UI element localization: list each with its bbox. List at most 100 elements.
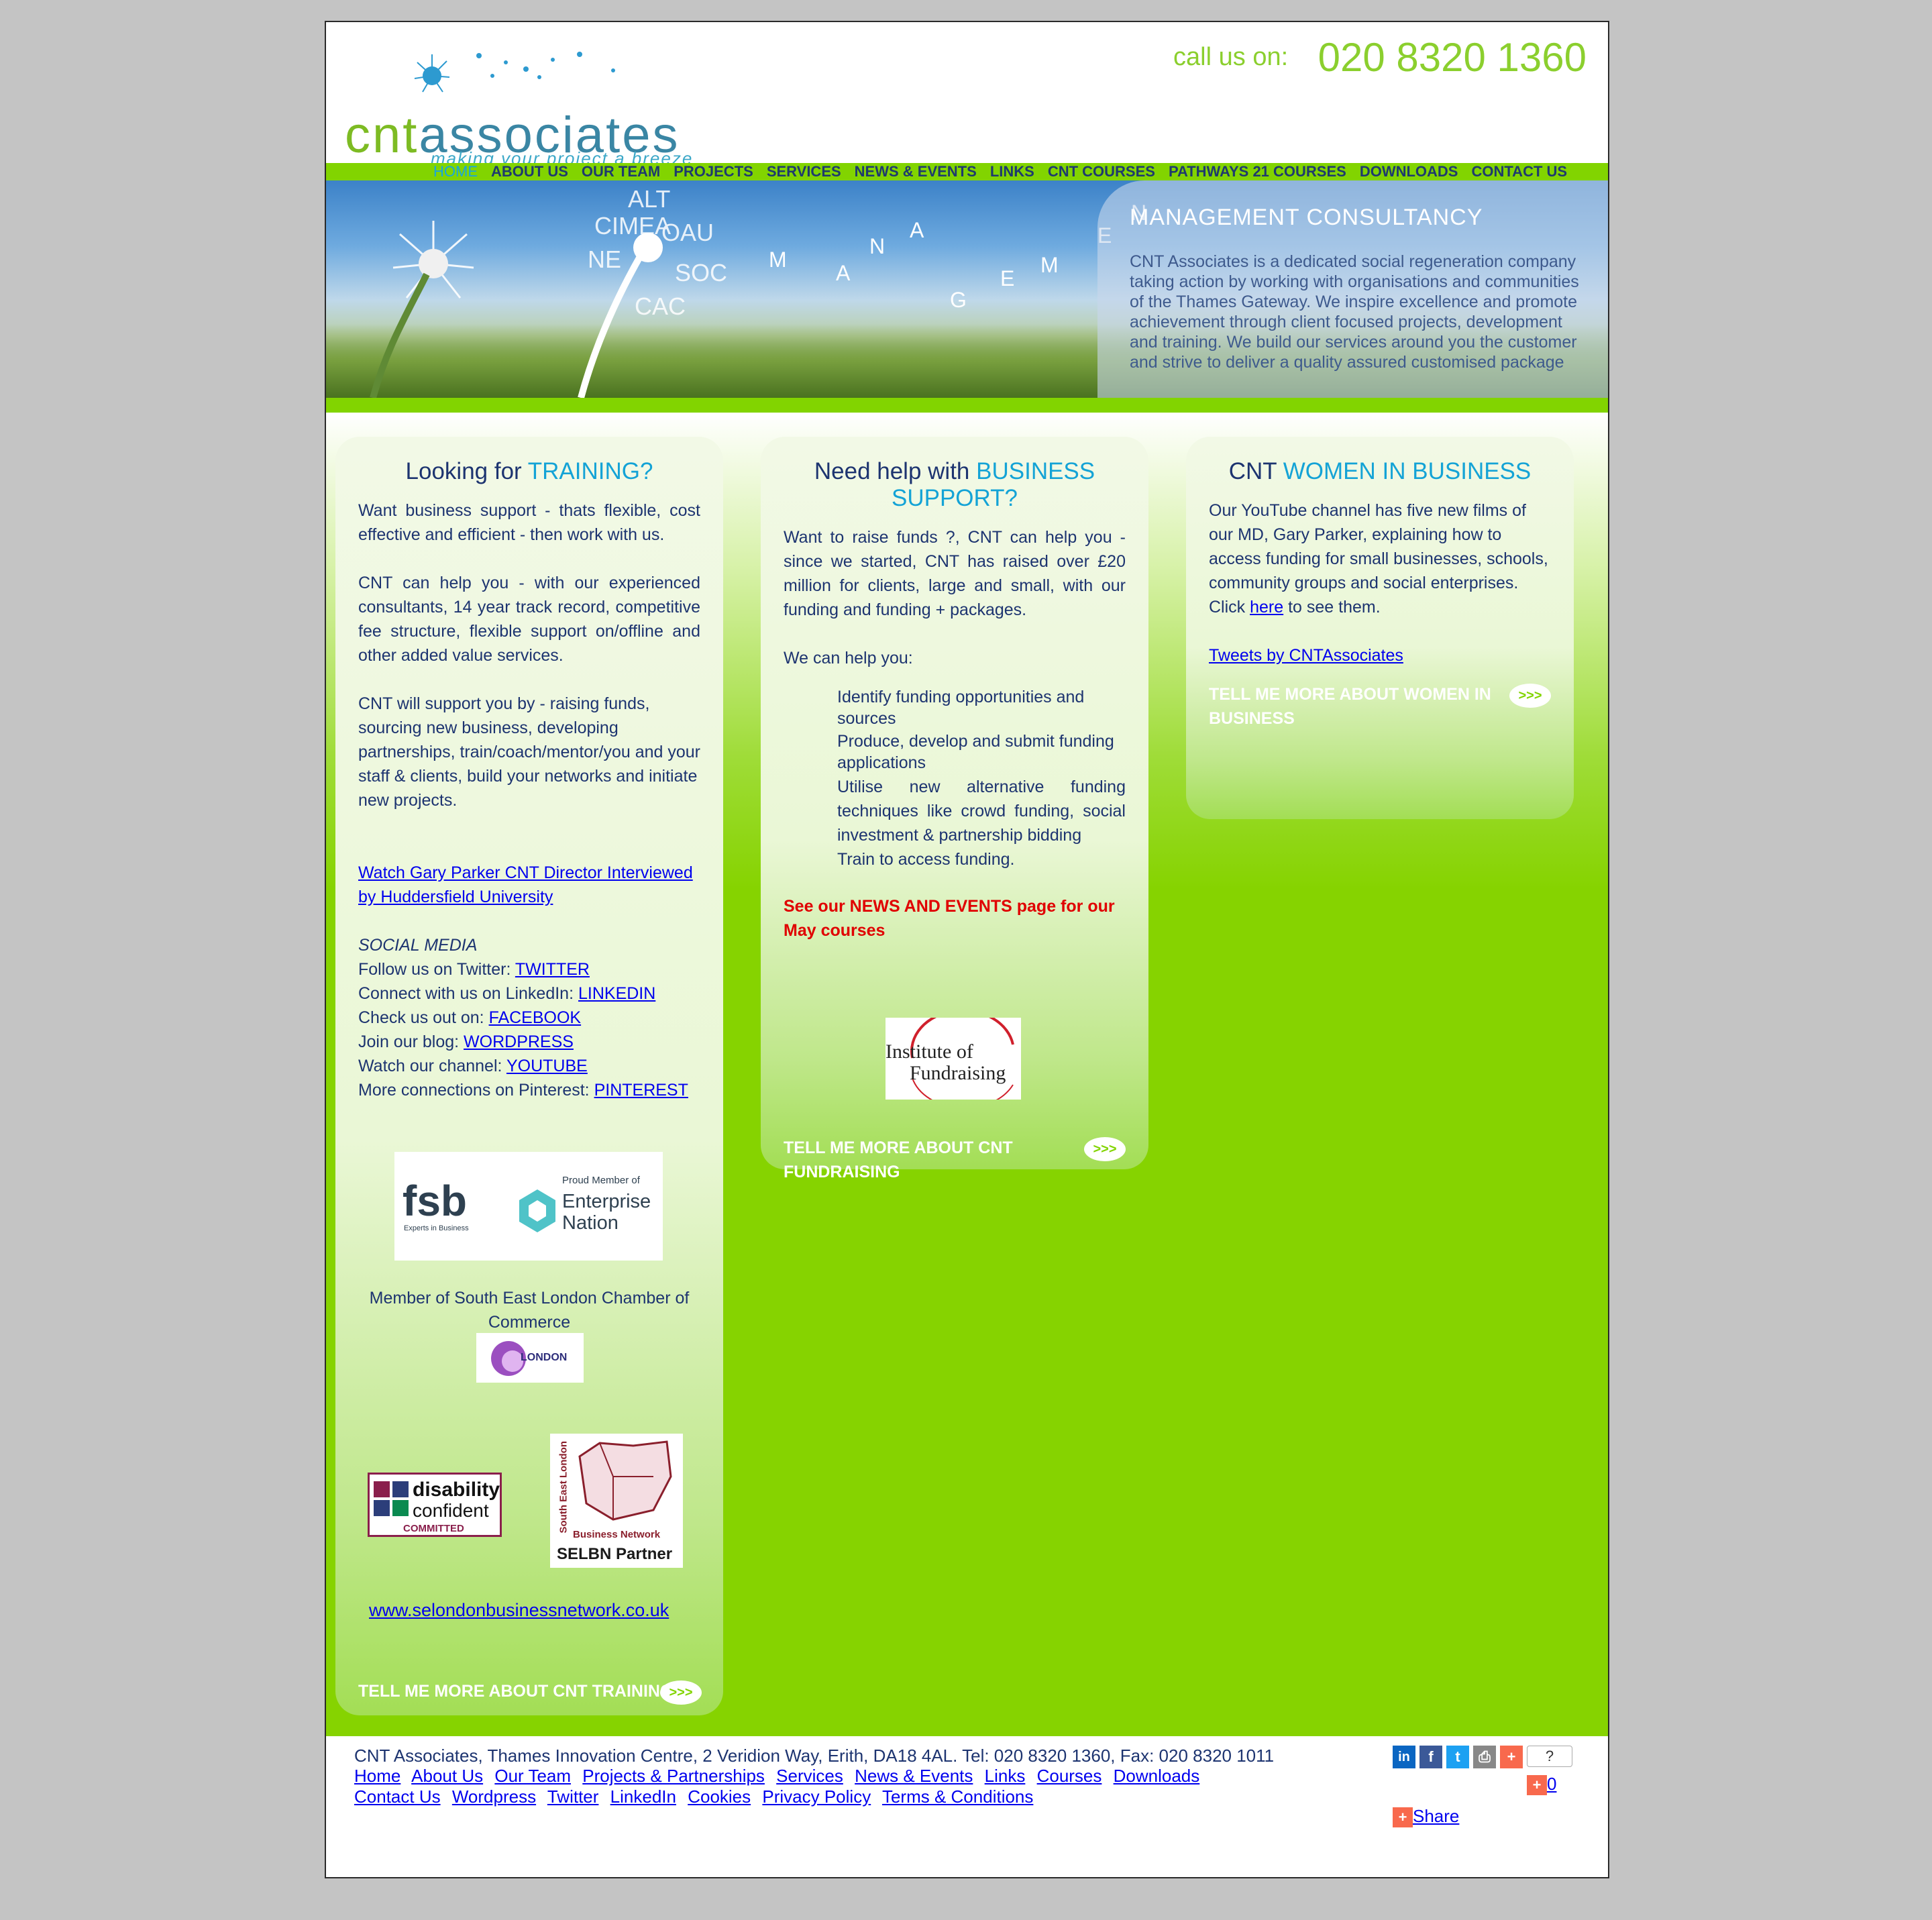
- footer-link-contact-us[interactable]: Contact Us: [354, 1786, 441, 1807]
- tell-more-training-link[interactable]: TELL ME MORE ABOUT CNT TRAINING: [358, 1679, 667, 1703]
- share-toolbar: in f t ⎙ + ?: [1393, 1746, 1572, 1768]
- nav-home[interactable]: HOME: [433, 163, 478, 180]
- footer-link-about-us[interactable]: About Us: [411, 1766, 483, 1786]
- svg-text:CAC: CAC: [635, 292, 686, 320]
- addthis-icon[interactable]: +: [1500, 1746, 1523, 1768]
- tell-more-women-link[interactable]: TELL ME MORE ABOUT WOMEN IN BUSINESS: [1209, 682, 1504, 731]
- footer-link-terms[interactable]: Terms & Conditions: [882, 1786, 1033, 1807]
- nav-pathways-21-courses[interactable]: PATHWAYS 21 COURSES: [1169, 163, 1346, 180]
- site-logo[interactable]: cntassociates making your project a bree…: [345, 36, 720, 176]
- chamber-logo-text: LONDON: [521, 1352, 568, 1363]
- nav-services[interactable]: SERVICES: [767, 163, 841, 180]
- banner-heading: MANAGEMENT CONSULTANCY: [1130, 205, 1483, 230]
- fsb-subtitle: Experts in Business: [404, 1224, 469, 1232]
- news-events-link[interactable]: NEWS AND EVENTS: [850, 897, 1012, 916]
- women-arrow-button[interactable]: >>>: [1509, 684, 1551, 708]
- footer: CNT Associates, Thames Innovation Centre…: [326, 1736, 1608, 1877]
- footer-address: CNT Associates, Thames Innovation Centre…: [354, 1746, 1275, 1766]
- selbn-side-text: South East London: [557, 1441, 570, 1534]
- footer-link-news-events[interactable]: News & Events: [855, 1766, 973, 1786]
- enterprise-nation-icon: [519, 1189, 555, 1232]
- business-support-title: Need help with BUSINESS SUPPORT?: [814, 458, 1095, 511]
- disability-confident-logo[interactable]: disability confident COMMITTED: [368, 1473, 502, 1537]
- page: cntassociates making your project a bree…: [325, 21, 1609, 1878]
- svg-text:SOC: SOC: [675, 259, 727, 286]
- nav-downloads[interactable]: DOWNLOADS: [1360, 163, 1458, 180]
- nav-links[interactable]: LINKS: [990, 163, 1034, 180]
- business-help-lead: We can help you:: [784, 649, 913, 668]
- twitter-link[interactable]: TWITTER: [515, 960, 590, 979]
- enterprise-nation-top: Proud Member of: [562, 1175, 640, 1186]
- training-arrow-button[interactable]: >>>: [660, 1681, 702, 1705]
- tell-more-fundraising-link[interactable]: TELL ME MORE ABOUT CNT FUNDRAISING: [784, 1136, 1038, 1184]
- share-plus-icon: +: [1393, 1807, 1413, 1827]
- nav-about-us[interactable]: ABOUT US: [491, 163, 568, 180]
- footer-link-courses[interactable]: Courses: [1037, 1766, 1102, 1786]
- list-item: Train to access funding.: [837, 850, 1015, 869]
- training-intro: Want business support - thats flexible, …: [358, 501, 700, 544]
- nav-news-events[interactable]: NEWS & EVENTS: [855, 163, 977, 180]
- wordpress-link[interactable]: WORDPRESS: [464, 1032, 574, 1051]
- dandelion-image-icon: ALTCIMEAOAU NE SOC CAC: [370, 185, 727, 398]
- call-label: call us on:: [1173, 43, 1289, 71]
- huddersfield-video-link[interactable]: Watch Gary Parker CNT Director Interview…: [358, 863, 693, 906]
- tweets-link[interactable]: Tweets by CNTAssociates: [1209, 646, 1403, 665]
- social-pinterest: More connections on Pinterest: PINTEREST: [358, 1081, 688, 1100]
- youtube-link[interactable]: YOUTUBE: [506, 1057, 588, 1075]
- banner-description: CNT Associates is a dedicated social reg…: [1130, 252, 1579, 372]
- business-support-panel: Need help with BUSINESS SUPPORT? Want to…: [761, 437, 1148, 1181]
- selbn-partner-logo[interactable]: South East London Business Network SELBN…: [550, 1434, 683, 1568]
- footer-links: Home About Us Our Team Projects & Partne…: [354, 1766, 1253, 1807]
- banner-letter: G: [950, 288, 967, 312]
- fsb-enterprise-logos[interactable]: fsb Experts in Business Proud Member of …: [394, 1152, 663, 1261]
- svg-text:ALT: ALT: [628, 185, 670, 213]
- selbn-website-link[interactable]: www.selondonbusinessnetwork.co.uk: [369, 1600, 669, 1621]
- share-count[interactable]: 0: [1547, 1774, 1556, 1794]
- footer-link-projects[interactable]: Projects & Partnerships: [582, 1766, 765, 1786]
- nav-cnt-courses[interactable]: CNT COURSES: [1048, 163, 1155, 180]
- youtube-films-link[interactable]: here: [1250, 598, 1283, 617]
- business-intro: Want to raise funds ?, CNT can help you …: [784, 528, 1126, 619]
- disability-line2: confident: [413, 1500, 489, 1521]
- selbn-map-icon: [578, 1440, 672, 1521]
- dandelion-logo-icon: [414, 52, 615, 93]
- footer-link-our-team[interactable]: Our Team: [494, 1766, 571, 1786]
- svg-text:OAU: OAU: [661, 219, 714, 246]
- footer-link-wordpress[interactable]: Wordpress: [452, 1786, 536, 1807]
- disability-line1: disability: [413, 1479, 500, 1501]
- footer-link-services[interactable]: Services: [776, 1766, 843, 1786]
- nav-contact-us[interactable]: CONTACT US: [1471, 163, 1567, 180]
- fundraising-arrow-button[interactable]: >>>: [1084, 1137, 1126, 1161]
- nav-projects[interactable]: PROJECTS: [674, 163, 753, 180]
- footer-link-privacy-policy[interactable]: Privacy Policy: [762, 1786, 871, 1807]
- nav-our-team[interactable]: OUR TEAM: [582, 163, 660, 180]
- enterprise-nation-name: Enterprise Nation: [562, 1191, 651, 1234]
- facebook-link[interactable]: FACEBOOK: [489, 1008, 582, 1027]
- list-item: Identify funding opportunities and sourc…: [837, 688, 1085, 728]
- linkedin-link[interactable]: LINKEDIN: [578, 984, 655, 1003]
- disability-line3: COMMITTED: [403, 1523, 464, 1534]
- share-link[interactable]: Share: [1413, 1806, 1459, 1826]
- iof-line2: Fundraising: [910, 1062, 1006, 1084]
- facebook-icon[interactable]: f: [1419, 1746, 1442, 1768]
- footer-link-downloads[interactable]: Downloads: [1114, 1766, 1200, 1786]
- footer-link-home[interactable]: Home: [354, 1766, 400, 1786]
- twitter-icon[interactable]: t: [1446, 1746, 1469, 1768]
- banner-letter: M: [769, 248, 787, 272]
- print-icon[interactable]: ⎙: [1473, 1746, 1496, 1768]
- institute-of-fundraising-logo[interactable]: Institute of Fundraising: [885, 1018, 1021, 1100]
- footer-link-cookies[interactable]: Cookies: [688, 1786, 751, 1807]
- footer-link-twitter[interactable]: Twitter: [547, 1786, 599, 1807]
- addthis-share[interactable]: + Share: [1393, 1806, 1459, 1827]
- call-us: call us on: 020 8320 1360: [1173, 34, 1587, 81]
- footer-link-links[interactable]: Links: [985, 1766, 1026, 1786]
- footer-link-linkedin[interactable]: LinkedIn: [610, 1786, 676, 1807]
- phone-number[interactable]: 020 8320 1360: [1318, 35, 1587, 80]
- training-title: Looking for TRAINING?: [405, 458, 653, 484]
- chamber-logo[interactable]: LONDON: [476, 1333, 584, 1383]
- linkedin-icon[interactable]: in: [1393, 1746, 1415, 1768]
- addthis-counter[interactable]: +0: [1527, 1774, 1556, 1795]
- news-events-notice: See our NEWS AND EVENTS page for our May…: [784, 897, 1115, 940]
- list-item: Utilise new alternative funding techniqu…: [837, 778, 1126, 845]
- pinterest-link[interactable]: PINTEREST: [594, 1081, 688, 1100]
